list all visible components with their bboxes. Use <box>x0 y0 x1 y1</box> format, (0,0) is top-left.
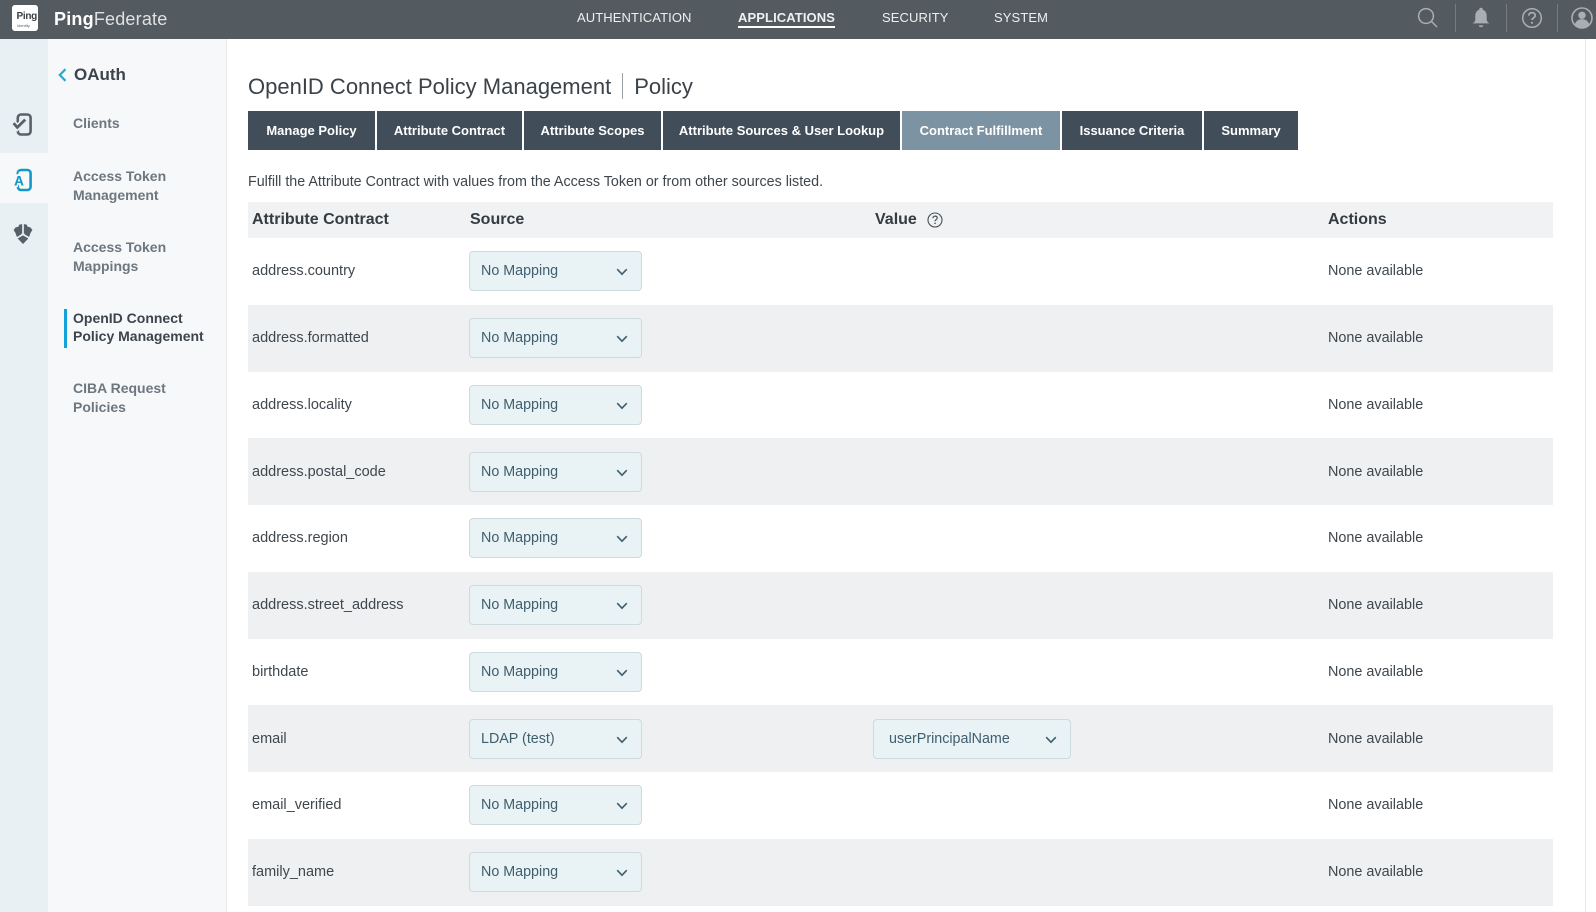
svg-text:A: A <box>14 173 24 188</box>
